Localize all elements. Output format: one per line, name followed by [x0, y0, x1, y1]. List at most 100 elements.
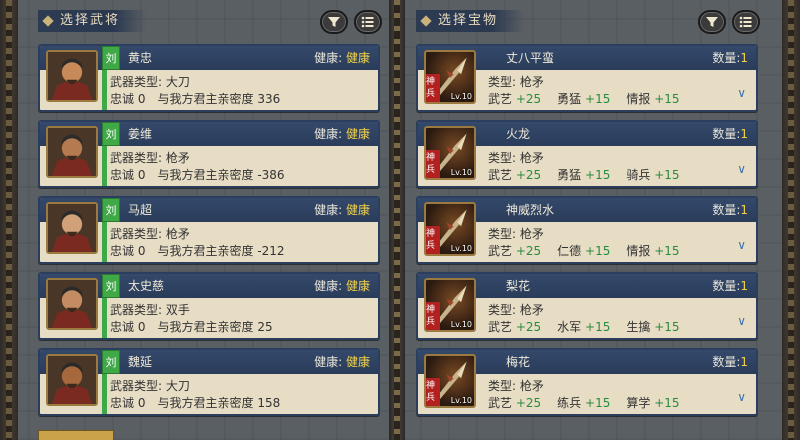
filter-button[interactable] [698, 10, 726, 34]
chevron-down-icon[interactable]: ∨ [737, 390, 746, 404]
filter-button[interactable] [320, 10, 348, 34]
intimacy-label: 与我方君主亲密度 [157, 396, 254, 410]
faction-strip [102, 70, 107, 110]
treasure-card[interactable]: 神兵 Lv.10 神威烈水 数量:1 类型: 枪矛 武艺 +25 仁德 +15 情报 +15 ∨ [416, 196, 758, 264]
health-status: 健康: 健康 [314, 202, 370, 218]
loyalty-value: 0 [137, 168, 146, 182]
chevron-down-icon[interactable]: ∨ [737, 86, 746, 100]
loyalty-label: 忠诚 [110, 396, 135, 410]
rarity-badge: 神兵 [426, 74, 440, 102]
stat-name: 骑兵 [626, 168, 651, 182]
general-card[interactable]: 刘魏延 健康: 健康 武器类型: 大刀 忠诚 0 与我方君主亲密度 158 [38, 348, 380, 416]
stat-name: 武艺 [488, 244, 513, 258]
treasure-name: 梨花 [506, 279, 531, 293]
stat-value: +15 [585, 396, 611, 410]
stat-name: 情报 [626, 244, 651, 258]
stat-value: +15 [585, 320, 611, 334]
general-card[interactable]: 刘太史慈 健康: 健康 武器类型: 双手 忠诚 0 与我方君主亲密度 25 [38, 272, 380, 340]
treasure-stats-row: 武艺 +25 水军 +15 生擒 +15 [488, 319, 680, 335]
weapon-type-row: 武器类型: 大刀 [110, 74, 190, 90]
panel-title: 选择武将 [60, 13, 121, 28]
quantity-label: 数量: [712, 203, 741, 217]
panel-header: 选择宝物 [412, 6, 762, 36]
chevron-down-icon[interactable]: ∨ [737, 238, 746, 252]
treasure-name: 梅花 [506, 355, 531, 369]
loyalty-label: 忠诚 [110, 320, 135, 334]
chevron-down-icon[interactable]: ∨ [737, 314, 746, 328]
health-value: 健康 [345, 51, 370, 65]
stat-value: +15 [654, 244, 680, 258]
stat-name: 情报 [626, 92, 651, 106]
quantity-value: 1 [740, 127, 748, 141]
faction-badge: 刘 [102, 122, 120, 146]
health-value: 健康 [345, 279, 370, 293]
treasure-name: 火龙 [506, 127, 531, 141]
treasure-level: Lv.10 [450, 244, 472, 253]
stat-value: +15 [654, 92, 680, 106]
list-button[interactable] [354, 10, 382, 34]
intimacy-value: 158 [257, 396, 281, 410]
treasure-card[interactable]: 神兵 Lv.10 梨花 数量:1 类型: 枪矛 武艺 +25 水军 +15 生擒 +15 ∨ [416, 272, 758, 340]
weapon-label: 武器类型: [110, 151, 163, 165]
treasure-card[interactable]: 神兵 Lv.10 火龙 数量:1 类型: 枪矛 武艺 +25 勇猛 +15 骑兵 +15 ∨ [416, 120, 758, 188]
rarity-badge: 神兵 [426, 150, 440, 178]
loyalty-value: 0 [137, 320, 146, 334]
treasure-level: Lv.10 [450, 320, 472, 329]
list-button[interactable] [732, 10, 760, 34]
quantity: 数量:1 [712, 126, 748, 142]
stat-name: 练兵 [557, 396, 582, 410]
type-value: 枪矛 [519, 303, 544, 317]
treasure-name: 丈八平蛮 [506, 51, 555, 65]
general-portrait-image [48, 280, 96, 328]
quantity: 数量:1 [712, 202, 748, 218]
left-frame-border [0, 0, 18, 440]
treasure-type-row: 类型: 枪矛 [488, 74, 544, 90]
filter-icon [328, 17, 340, 27]
weapon-label: 武器类型: [110, 379, 163, 393]
loyalty-label: 忠诚 [110, 244, 135, 258]
intimacy-value: 25 [257, 320, 273, 334]
intimacy-value: 336 [257, 92, 281, 106]
panel-header: 选择武将 [34, 6, 384, 36]
faction-badge: 刘 [102, 274, 120, 298]
intimacy-label: 与我方君主亲密度 [157, 320, 254, 334]
treasure-icon: 神兵 Lv.10 [424, 126, 476, 180]
health-status: 健康: 健康 [314, 278, 370, 294]
health-label: 健康: [314, 355, 343, 369]
stat-value: +15 [585, 244, 611, 258]
type-label: 类型: [488, 75, 517, 89]
general-portrait-image [48, 52, 96, 100]
diamond-icon [42, 15, 54, 27]
general-name: 黄忠 [128, 51, 153, 65]
rarity-badge: 神兵 [426, 226, 440, 254]
general-portrait-image [48, 128, 96, 176]
treasure-card[interactable]: 神兵 Lv.10 梅花 数量:1 类型: 枪矛 武艺 +25 练兵 +15 算学 +15 ∨ [416, 348, 758, 416]
weapon-type-row: 武器类型: 枪矛 [110, 150, 190, 166]
general-portrait [46, 278, 98, 330]
general-card[interactable]: 刘姜维 健康: 健康 武器类型: 枪矛 忠诚 0 与我方君主亲密度 -386 [38, 120, 380, 188]
stat-value: +25 [515, 244, 542, 258]
health-label: 健康: [314, 51, 343, 65]
quantity-label: 数量: [712, 51, 741, 65]
chevron-down-icon[interactable]: ∨ [737, 162, 746, 176]
quantity-value: 1 [740, 355, 748, 369]
health-value: 健康 [345, 127, 370, 141]
intimacy-label: 与我方君主亲密度 [157, 92, 254, 106]
general-name: 魏延 [128, 355, 153, 369]
treasure-card[interactable]: 神兵 Lv.10 丈八平蛮 数量:1 类型: 枪矛 武艺 +25 勇猛 +15 情报 +15 ∨ [416, 44, 758, 112]
weapon-type-row: 武器类型: 大刀 [110, 378, 190, 394]
health-label: 健康: [314, 127, 343, 141]
weapon-value: 大刀 [165, 75, 190, 89]
loyalty-value: 0 [137, 92, 146, 106]
type-label: 类型: [488, 303, 517, 317]
quantity: 数量:1 [712, 278, 748, 294]
health-label: 健康: [314, 279, 343, 293]
faction-strip [102, 298, 107, 338]
general-portrait-image [48, 204, 96, 252]
general-card[interactable]: 刘马超 健康: 健康 武器类型: 枪矛 忠诚 0 与我方君主亲密度 -212 [38, 196, 380, 264]
stat-value: +15 [585, 168, 611, 182]
treasure-stats-row: 武艺 +25 勇猛 +15 骑兵 +15 [488, 167, 680, 183]
health-label: 健康: [314, 203, 343, 217]
loyalty-row: 忠诚 0 与我方君主亲密度 -386 [110, 167, 285, 183]
general-card[interactable]: 刘黄忠 健康: 健康 武器类型: 大刀 忠诚 0 与我方君主亲密度 336 [38, 44, 380, 112]
